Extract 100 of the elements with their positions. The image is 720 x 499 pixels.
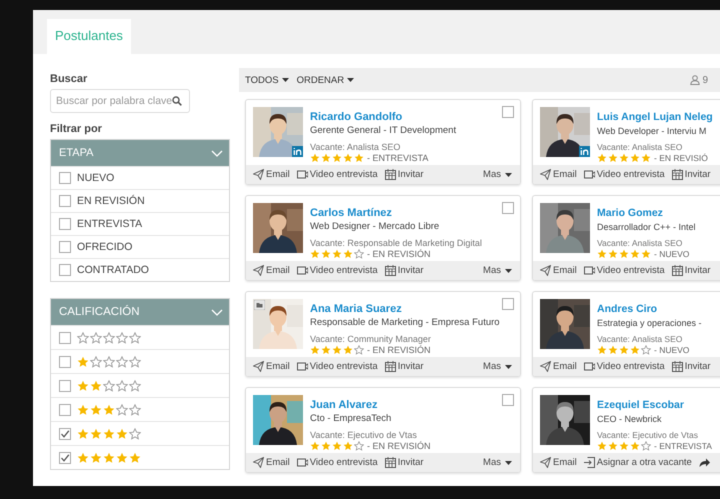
- action-link[interactable]: Email: [540, 361, 577, 372]
- caret-icon: [282, 78, 289, 82]
- share-button[interactable]: [698, 457, 710, 468]
- star-icon: [354, 249, 364, 259]
- filter-option: NUEVO: [77, 172, 114, 184]
- star-icon: [310, 249, 320, 259]
- search-label: Buscar: [50, 73, 88, 85]
- stage-text: - ENTREVISTA: [654, 441, 712, 451]
- checkbox[interactable]: [502, 298, 514, 310]
- star-icon: [608, 345, 618, 355]
- action-link[interactable]: Invitar: [384, 457, 424, 468]
- candidate-name-link[interactable]: Ana Maria Suarez: [310, 303, 402, 316]
- star-icon: [129, 356, 141, 368]
- checkbox[interactable]: [502, 394, 514, 406]
- checkbox[interactable]: [502, 202, 514, 214]
- calendar-icon: [384, 457, 396, 468]
- action-link[interactable]: Invitar: [672, 169, 711, 180]
- star-icon: [103, 380, 115, 392]
- vacancy-text: Vacante: Analista SEO: [597, 238, 684, 249]
- checkbox[interactable]: [59, 218, 71, 230]
- candidate-name-link[interactable]: Ricardo Gandolfo: [310, 111, 402, 124]
- filter-title: CALIFICACIÓN: [59, 306, 140, 318]
- star-icon: [77, 452, 89, 464]
- candidate-name-link[interactable]: Mario Gomez: [597, 207, 663, 220]
- stage-text: - NUEVO: [654, 345, 690, 355]
- candidate-name-link[interactable]: Andres Ciro: [597, 303, 658, 316]
- candidate-name-link[interactable]: Carlos Martínez: [310, 207, 392, 220]
- star-icon: [619, 441, 629, 451]
- checkbox[interactable]: [59, 172, 71, 184]
- action-link[interactable]: Email: [253, 169, 290, 180]
- folder-icon: [254, 300, 265, 310]
- action-link[interactable]: Email: [253, 265, 290, 276]
- checkbox[interactable]: [59, 404, 71, 416]
- star-icon: [129, 380, 141, 392]
- video-camera-icon: [296, 457, 308, 468]
- star-icon: [641, 345, 651, 355]
- checkbox[interactable]: [59, 380, 71, 392]
- action-link[interactable]: Asignar a otra vacante: [584, 457, 692, 468]
- checkbox[interactable]: [59, 428, 71, 440]
- filter-option: CONTRATADO: [77, 264, 149, 276]
- action-link[interactable]: Video entrevista: [584, 169, 665, 180]
- action-link[interactable]: Video entrevista: [296, 265, 378, 276]
- action-link[interactable]: Video entrevista: [584, 361, 665, 372]
- action-link[interactable]: Invitar: [672, 265, 711, 276]
- video-camera-icon: [296, 361, 308, 372]
- action-link[interactable]: Email: [540, 265, 577, 276]
- checkbox[interactable]: [59, 241, 71, 253]
- star-icon: [116, 428, 128, 440]
- checkbox[interactable]: [502, 106, 514, 118]
- star-icon: [103, 332, 115, 344]
- star-icon: [332, 345, 342, 355]
- search-field[interactable]: Buscar por palabra clave: [50, 89, 190, 113]
- stage-text: - EN REVISIÓN: [367, 441, 431, 451]
- star-icon: [310, 345, 320, 355]
- checkbox[interactable]: [59, 452, 71, 464]
- action-link[interactable]: Video entrevista: [296, 361, 378, 372]
- stage-text: - EN REVISIÓN: [367, 249, 431, 259]
- star-icon: [103, 356, 115, 368]
- paper-plane-icon: [540, 361, 551, 372]
- candidate-name-link[interactable]: Luis Angel Lujan Neleg: [597, 111, 713, 124]
- star-icon: [321, 153, 331, 163]
- more-button[interactable]: Mas: [483, 361, 512, 372]
- checkbox[interactable]: [59, 332, 71, 344]
- action-link[interactable]: Email: [540, 457, 577, 468]
- filter-title: ETAPA: [59, 147, 94, 159]
- more-button[interactable]: Mas: [483, 457, 512, 468]
- action-link[interactable]: Invitar: [672, 361, 711, 372]
- candidate-name-link[interactable]: Ezequiel Escobar: [597, 399, 684, 412]
- more-button[interactable]: Mas: [483, 169, 512, 180]
- star-icon: [321, 345, 331, 355]
- action-link[interactable]: Email: [540, 169, 577, 180]
- action-link[interactable]: Invitar: [384, 265, 424, 276]
- stage-text: - EN REVISIÓ: [654, 153, 708, 163]
- calendar-icon: [672, 169, 683, 180]
- star-icon: [77, 404, 89, 416]
- vacancy-text: Vacante: Analista SEO: [310, 142, 402, 153]
- star-icon: [116, 356, 128, 368]
- action-link[interactable]: Video entrevista: [296, 169, 378, 180]
- star-icon: [310, 441, 320, 451]
- star-icon: [332, 153, 342, 163]
- paper-plane-icon: [253, 361, 264, 372]
- action-link[interactable]: Email: [253, 361, 290, 372]
- more-button[interactable]: Mas: [483, 265, 512, 276]
- checkbox[interactable]: [59, 356, 71, 368]
- action-link[interactable]: Email: [253, 457, 290, 468]
- action-link[interactable]: Invitar: [384, 169, 424, 180]
- action-link[interactable]: Invitar: [384, 361, 424, 372]
- calendar-icon: [672, 361, 683, 372]
- star-icon: [354, 441, 364, 451]
- checkbox[interactable]: [59, 195, 71, 207]
- star-icon: [103, 452, 115, 464]
- dropdown-button[interactable]: TODOS: [245, 74, 289, 86]
- calendar-icon: [384, 169, 396, 180]
- candidate-name-link[interactable]: Juan Alvarez: [310, 399, 378, 412]
- action-link[interactable]: Video entrevista: [584, 265, 665, 276]
- checkbox[interactable]: [59, 264, 71, 276]
- action-link[interactable]: Video entrevista: [296, 457, 378, 468]
- star-icon: [77, 356, 89, 368]
- dropdown-button[interactable]: ORDENAR: [296, 74, 354, 86]
- paper-plane-icon: [253, 265, 264, 276]
